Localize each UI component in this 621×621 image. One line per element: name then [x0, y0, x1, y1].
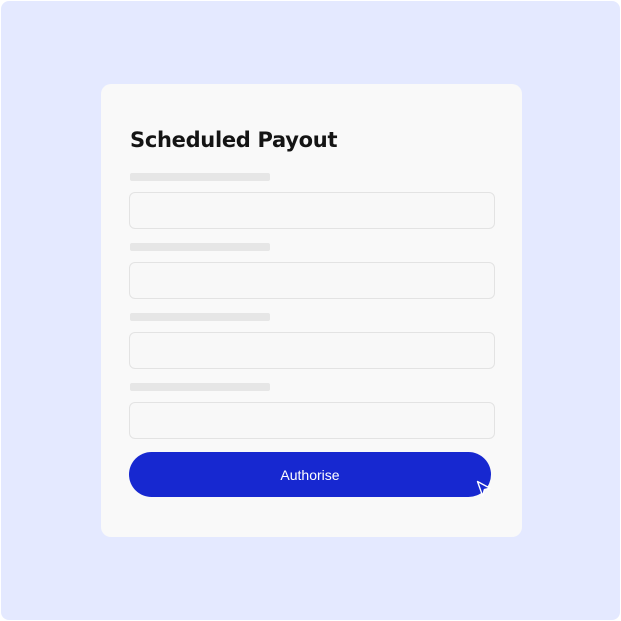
input-field-1[interactable]	[129, 192, 495, 229]
field-label-placeholder-1	[130, 173, 270, 181]
mouse-pointer-icon	[476, 480, 491, 497]
input-field-2[interactable]	[129, 262, 495, 299]
field-label-placeholder-2	[130, 243, 270, 251]
input-field-3[interactable]	[129, 332, 495, 369]
payout-form-card: Scheduled Payout Authorise	[101, 84, 522, 537]
form-title: Scheduled Payout	[130, 128, 338, 152]
field-label-placeholder-4	[130, 383, 270, 391]
authorise-button-label: Authorise	[280, 466, 340, 483]
input-field-4[interactable]	[129, 402, 495, 439]
authorise-button[interactable]: Authorise	[129, 452, 491, 497]
field-label-placeholder-3	[130, 313, 270, 321]
page-background: Scheduled Payout Authorise	[1, 1, 620, 620]
